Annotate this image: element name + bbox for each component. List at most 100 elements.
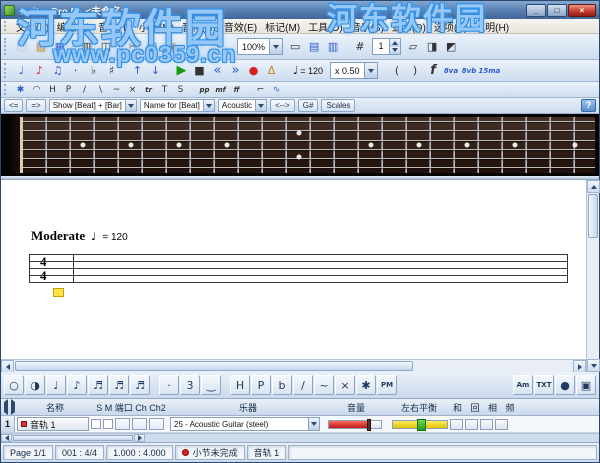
page-layout-icon[interactable]: ▭ <box>286 38 304 56</box>
harmonic-icon[interactable]: ✱ <box>13 83 28 96</box>
track-scroll-thumb[interactable] <box>13 435 133 441</box>
save-icon[interactable]: ▦ <box>51 38 69 56</box>
track-name-button[interactable]: 音轨 1 <box>17 417 89 431</box>
pull-off-icon[interactable]: P <box>61 83 76 96</box>
play-button[interactable]: ▶ <box>173 62 190 79</box>
palm-mute-icon[interactable]: PM <box>377 375 397 395</box>
close-repeat-icon[interactable]: ) <box>407 62 424 79</box>
title-bar[interactable]: Guitar Pro 5 - <未命名> _ □ × <box>1 1 599 19</box>
go-to-start-button[interactable]: « <box>209 62 226 79</box>
volume-slider[interactable] <box>328 420 382 429</box>
vibrato-icon[interactable]: ~ <box>314 375 334 395</box>
text-tool-icon[interactable]: TXT <box>534 375 554 395</box>
split-view-icon[interactable]: ◨ <box>423 38 441 56</box>
scroll-track[interactable] <box>587 239 599 359</box>
slide-icon[interactable]: / <box>293 375 313 395</box>
menu-item[interactable]: 编辑(E) <box>53 18 94 35</box>
metronome-icon[interactable]: Δ <box>263 62 280 79</box>
note-input-icon[interactable]: ♩ <box>13 62 30 79</box>
spinner-down-icon[interactable] <box>390 47 400 55</box>
sixtyfourth-note-icon[interactable]: ♬ <box>130 375 150 395</box>
copy-icon[interactable]: ◧ <box>143 38 161 56</box>
score-page[interactable]: Moderate ♩ = 120 4 4 <box>1 180 586 359</box>
redo-icon[interactable]: ↷ <box>208 38 226 56</box>
fade-in-icon[interactable]: ⌐ <box>253 83 268 96</box>
record-icon[interactable]: ● <box>245 62 262 79</box>
mezzo-forte-icon[interactable]: mf <box>213 83 228 96</box>
vibrato-icon[interactable]: ~ <box>109 83 124 96</box>
chord-diagram-tool-icon[interactable]: Am <box>513 375 533 395</box>
minimize-button[interactable]: _ <box>526 4 546 17</box>
octave-up-icon[interactable]: ↑ <box>129 62 146 79</box>
tapping-icon[interactable]: T <box>157 83 172 96</box>
pan-slider[interactable] <box>392 420 448 429</box>
vertical-scroll-thumb[interactable] <box>588 194 598 238</box>
fretboard-range-button[interactable]: <--> <box>270 99 295 112</box>
chorus-box[interactable] <box>450 419 463 430</box>
pan-handle[interactable] <box>417 419 426 431</box>
instrument-select[interactable]: 25 - Acoustic Guitar (steel) <box>170 417 320 431</box>
dead-note-icon[interactable]: × <box>125 83 140 96</box>
help-button[interactable]: ? <box>581 99 596 112</box>
menu-item[interactable]: 音乐(S) <box>347 18 388 35</box>
open-icon[interactable]: ▧ <box>32 38 50 56</box>
go-to-end-button[interactable]: » <box>227 62 244 79</box>
scales-button[interactable]: Scales <box>321 99 355 112</box>
scroll-up-icon[interactable] <box>587 180 600 193</box>
mix-table-icon[interactable]: ▣ <box>576 375 596 395</box>
menu-item[interactable]: 小节(M) <box>135 18 178 35</box>
hammer-on-icon[interactable]: H <box>45 83 60 96</box>
print-preview-icon[interactable]: ◫ <box>97 38 115 56</box>
track-row[interactable]: 1 音轨 1 25 - Acoustic Guitar (steel) <box>1 416 599 433</box>
fullscreen-icon[interactable]: ▱ <box>404 38 422 56</box>
toolbar-grip[interactable] <box>4 21 9 31</box>
stop-button[interactable]: ■ <box>191 62 208 79</box>
pianissimo-icon[interactable]: pp <box>197 83 212 96</box>
hammer-on-icon[interactable]: H <box>230 375 250 395</box>
tablature-view-icon[interactable]: # <box>351 38 369 56</box>
paste-icon[interactable]: ▣ <box>162 38 180 56</box>
volume-handle[interactable] <box>367 419 371 431</box>
multitrack-view-icon[interactable]: ▥ <box>324 38 342 56</box>
slide-down-icon[interactable]: \ <box>93 83 108 96</box>
menu-item[interactable]: 显示(D) <box>388 18 430 35</box>
menu-item[interactable]: 文件(F) <box>12 18 53 35</box>
menu-item[interactable]: 工具(O) <box>304 18 346 35</box>
flat-icon[interactable]: ♭ <box>85 62 102 79</box>
tempo-display[interactable]: ♩ = 120 <box>289 64 327 77</box>
fretboard-name-select[interactable]: Name for [Beat] <box>140 99 215 112</box>
scroll-left-icon[interactable] <box>1 434 12 442</box>
dynamics-icon[interactable]: f <box>425 62 442 79</box>
vertical-scrollbar[interactable] <box>586 180 599 372</box>
dotted-icon[interactable]: · <box>67 62 84 79</box>
measure-spinner[interactable]: 1 <box>372 38 401 55</box>
edit-cursor[interactable] <box>53 288 64 297</box>
reverb-box[interactable] <box>465 419 478 430</box>
beam-icon[interactable]: ♫ <box>49 62 66 79</box>
zoom-select[interactable]: 100% <box>237 38 283 55</box>
horizontal-scroll-thumb[interactable] <box>15 361 413 371</box>
trill-icon[interactable]: tr <box>141 83 156 96</box>
half-note-icon[interactable]: ◑ <box>25 375 45 395</box>
cut-icon[interactable]: ✂ <box>124 38 142 56</box>
playback-speed-select[interactable]: x 0.50 <box>330 62 378 79</box>
fretboard-key-button[interactable]: G# <box>298 99 319 112</box>
ottava-alta-icon[interactable]: 8va <box>443 62 460 79</box>
fretboard-surface[interactable] <box>23 117 595 173</box>
track-next-icon[interactable] <box>11 402 15 412</box>
panel-toggle-icon[interactable]: ◩ <box>442 38 460 56</box>
mute-toggle[interactable] <box>103 419 113 429</box>
open-repeat-icon[interactable]: ( <box>389 62 406 79</box>
quarter-note-icon[interactable]: ♩ <box>46 375 66 395</box>
bend-icon[interactable]: ◠ <box>29 83 44 96</box>
scroll-down-icon[interactable] <box>587 359 600 372</box>
toolbar-grip[interactable] <box>4 38 9 56</box>
dead-note-icon[interactable]: × <box>335 375 355 395</box>
menu-item[interactable]: 音轨(T) <box>94 18 135 35</box>
track-prev-icon[interactable] <box>4 402 8 412</box>
solo-toggle[interactable] <box>91 419 101 429</box>
undo-icon[interactable]: ↶ <box>189 38 207 56</box>
close-button[interactable]: × <box>568 4 596 17</box>
tremolo-bar-icon[interactable]: ∿ <box>269 83 284 96</box>
bend-icon[interactable]: b <box>272 375 292 395</box>
